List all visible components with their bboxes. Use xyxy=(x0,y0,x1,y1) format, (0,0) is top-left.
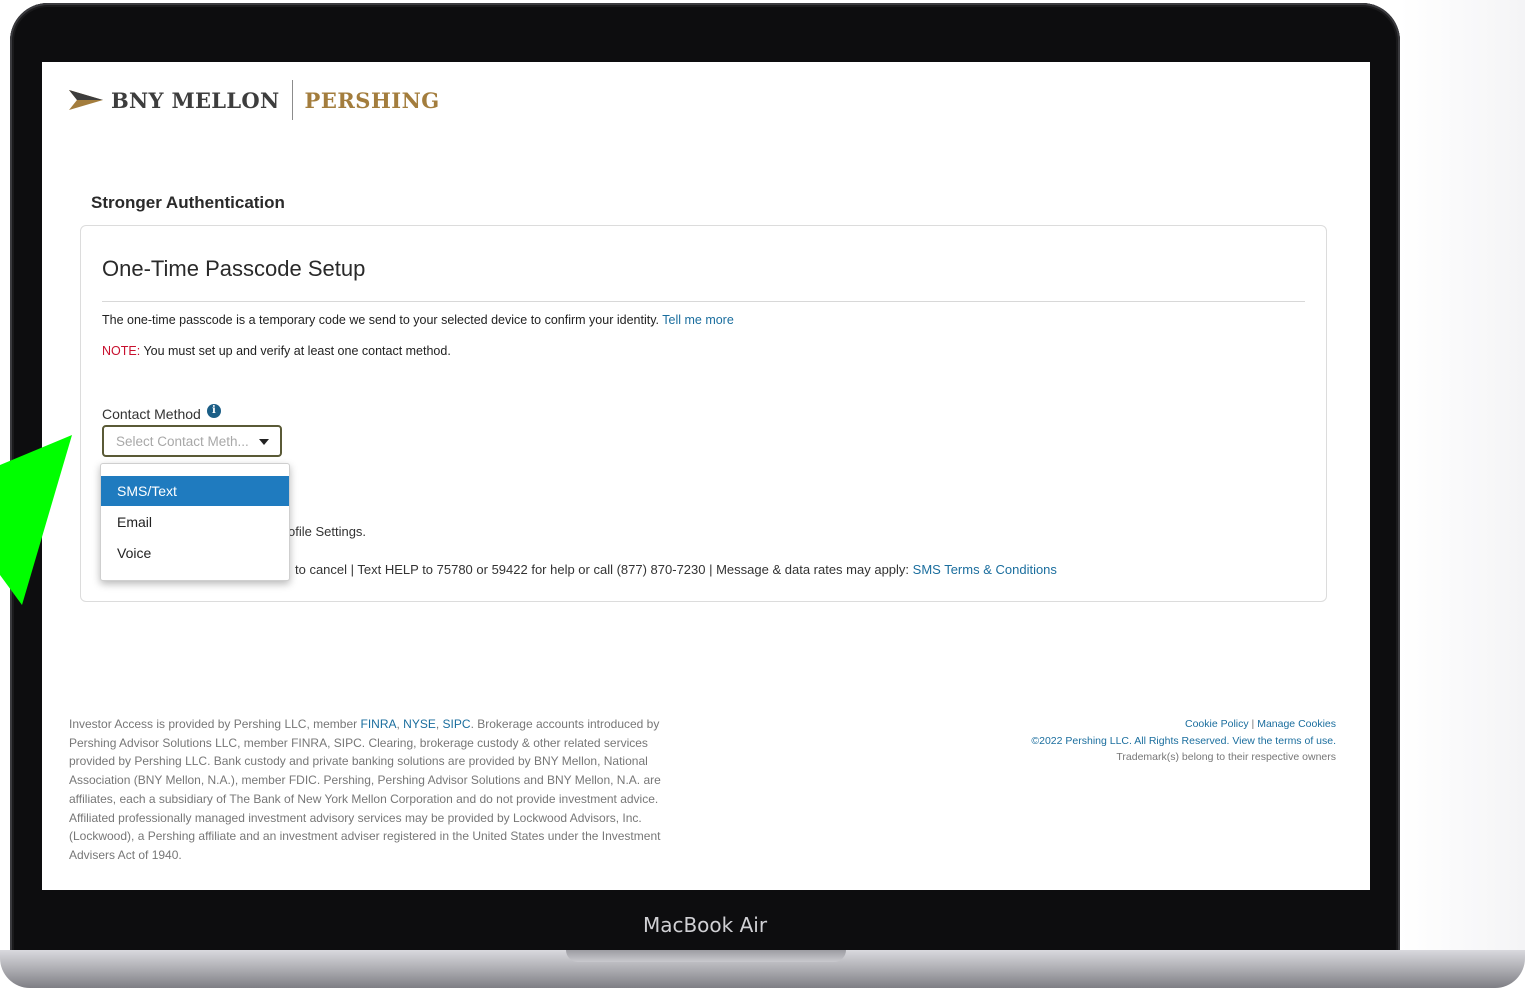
caret-down-icon xyxy=(259,439,269,445)
contact-method-select[interactable]: Select Contact Meth... xyxy=(102,425,282,457)
dropdown-option-voice[interactable]: Voice xyxy=(101,538,289,568)
sms-terms-link[interactable]: SMS Terms & Conditions xyxy=(913,562,1057,577)
browser-screen: BNY MELLON PERSHING Stronger Authenticat… xyxy=(42,62,1370,890)
terms-of-use-link[interactable]: View the terms of use. xyxy=(1232,735,1336,747)
select-placeholder: Select Contact Meth... xyxy=(116,433,249,449)
dropdown-option-sms[interactable]: SMS/Text xyxy=(101,476,289,506)
finra-link[interactable]: FINRA xyxy=(360,717,396,731)
sms-info-text: to cancel | Text HELP to 75780 or 59422 … xyxy=(295,562,1057,577)
card-title: One-Time Passcode Setup xyxy=(102,256,366,281)
company-logo[interactable]: BNY MELLON PERSHING xyxy=(69,80,440,120)
nyse-link[interactable]: NYSE xyxy=(403,717,436,731)
cookie-policy-link[interactable]: Cookie Policy xyxy=(1185,718,1249,730)
tell-me-more-link[interactable]: Tell me more xyxy=(662,313,734,327)
footer-body: Brokerage accounts introduced by Pershin… xyxy=(69,717,661,862)
copyright-text: ©2022 Pershing LLC. All Rights Reserved. xyxy=(1031,734,1230,747)
page-title: Stronger Authentication xyxy=(91,193,285,212)
copyright-line: ©2022 Pershing LLC. All Rights Reserved.… xyxy=(976,733,1336,750)
note-text: NOTE: You must set up and verify at leas… xyxy=(102,344,451,358)
description-text: The one-time passcode is a temporary cod… xyxy=(102,313,734,327)
green-arrow-pointer xyxy=(0,435,72,605)
cookie-links: Cookie Policy | Manage Cookies xyxy=(1185,718,1336,730)
card-divider xyxy=(102,301,1305,302)
footer-disclosure: Investor Access is provided by Pershing … xyxy=(69,717,661,862)
dropdown-option-email[interactable]: Email xyxy=(101,507,289,537)
sms-info-body: to cancel | Text HELP to 75780 or 59422 … xyxy=(295,562,910,577)
footer-legal: Cookie Policy | Manage Cookies ©2022 Per… xyxy=(976,716,1336,766)
logo-divider xyxy=(291,80,293,120)
trademark-text: Trademark(s) belong to their respective … xyxy=(1116,751,1336,763)
footer-intro: Investor Access is provided by Pershing … xyxy=(69,717,358,731)
logo-secondary-text: PERSHING xyxy=(304,87,440,113)
profile-settings-text: ofile Settings. xyxy=(288,524,367,539)
background-right xyxy=(1400,0,1525,950)
logo-arrow-icon xyxy=(69,90,103,110)
contact-method-dropdown: SMS/Text Email Voice xyxy=(100,463,290,581)
info-icon[interactable]: i xyxy=(206,404,221,418)
device-label: MacBook Air xyxy=(642,913,768,937)
contact-method-label: Contact Method i xyxy=(102,404,221,422)
contact-method-label-text: Contact Method xyxy=(102,406,201,422)
note-label: NOTE: xyxy=(102,344,141,358)
manage-cookies-link[interactable]: Manage Cookies xyxy=(1257,718,1336,730)
laptop-notch xyxy=(566,950,846,962)
sipc-link[interactable]: SIPC xyxy=(443,717,471,731)
logo-primary-text: BNY MELLON xyxy=(111,87,280,113)
description-body: The one-time passcode is a temporary cod… xyxy=(102,313,659,327)
note-body: You must set up and verify at least one … xyxy=(143,344,451,358)
